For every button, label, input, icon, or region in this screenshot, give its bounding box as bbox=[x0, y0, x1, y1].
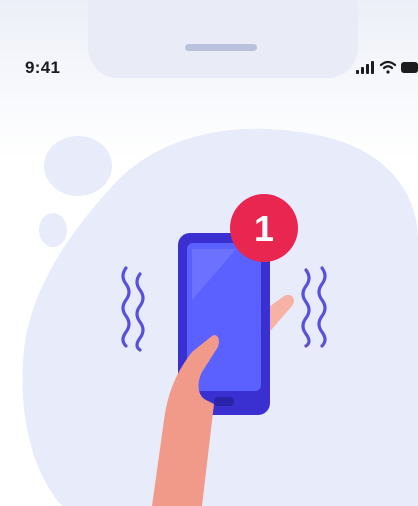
notification-illustration: 1 bbox=[22, 128, 418, 506]
notification-badge: 1 bbox=[230, 194, 298, 262]
notification-count: 1 bbox=[254, 208, 274, 249]
background-blob-dot bbox=[39, 213, 67, 247]
background-blob-small bbox=[44, 136, 112, 196]
